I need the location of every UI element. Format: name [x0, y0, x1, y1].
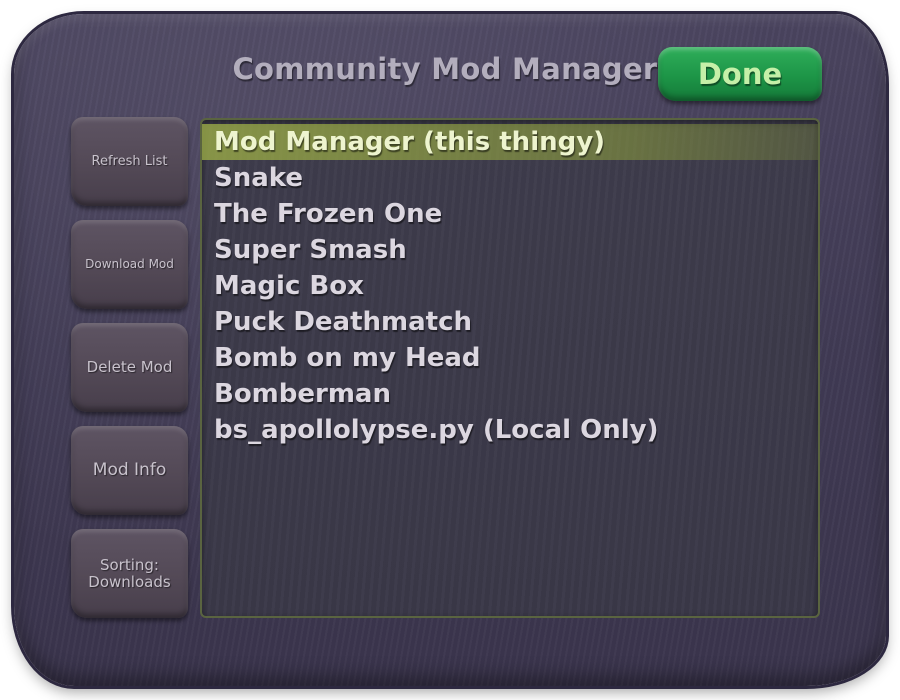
- mod-list-item[interactable]: Bomb on my Head: [202, 340, 818, 376]
- done-button[interactable]: Done: [658, 47, 822, 101]
- sorting-label: Sorting: Downloads: [88, 555, 171, 591]
- delete-mod-label: Delete Mod: [86, 358, 173, 376]
- refresh-list-button[interactable]: Refresh List: [71, 117, 188, 206]
- mod-list-item[interactable]: bs_apollolypse.py (Local Only): [202, 412, 818, 448]
- mod-list-item[interactable]: Puck Deathmatch: [202, 304, 818, 340]
- mod-list-items: Mod Manager (this thingy) Snake The Frozen…: [202, 120, 818, 448]
- delete-mod-button[interactable]: Delete Mod: [71, 323, 188, 412]
- mod-list-item[interactable]: Magic Box: [202, 268, 818, 304]
- mod-list-item[interactable]: Super Smash: [202, 232, 818, 268]
- mod-info-label: Mod Info: [92, 460, 167, 480]
- mod-list-item[interactable]: Snake: [202, 160, 818, 196]
- mod-list-item[interactable]: Bomberman: [202, 376, 818, 412]
- refresh-list-label: Refresh List: [91, 154, 168, 169]
- mod-manager-window: Community Mod Manager Done Refresh List …: [0, 0, 900, 700]
- mod-list-item[interactable]: The Frozen One: [202, 196, 818, 232]
- download-mod-label: Download Mod: [85, 257, 174, 271]
- mod-list-item[interactable]: Mod Manager (this thingy): [202, 124, 818, 160]
- mod-list[interactable]: Mod Manager (this thingy) Snake The Frozen…: [200, 118, 820, 618]
- sorting-button[interactable]: Sorting: Downloads: [71, 529, 188, 618]
- sidebar: Refresh List Download Mod Delete Mod Mod…: [71, 117, 188, 632]
- page-title: Community Mod Manager: [232, 52, 658, 86]
- mod-info-button[interactable]: Mod Info: [71, 426, 188, 515]
- download-mod-button[interactable]: Download Mod: [71, 220, 188, 309]
